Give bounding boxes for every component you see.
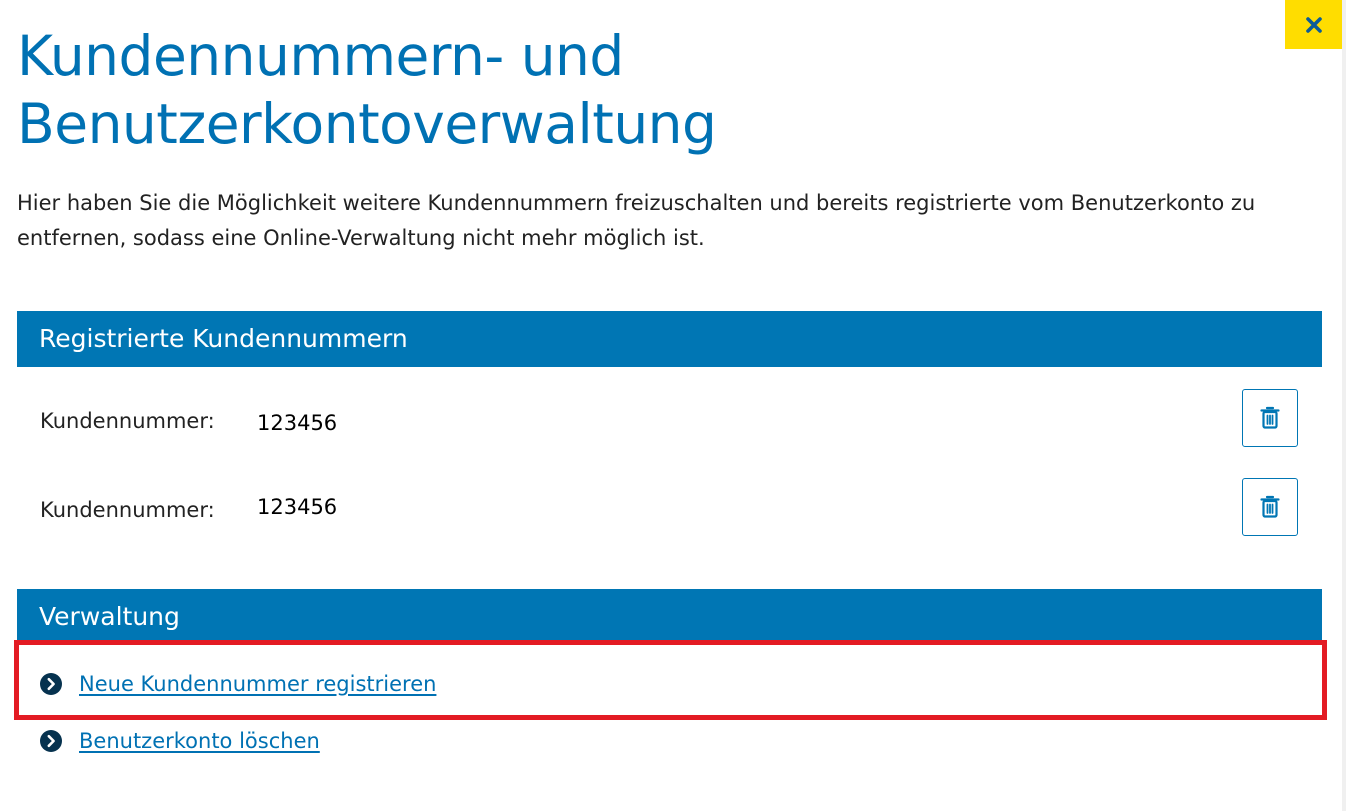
delete-account-link[interactable]: Benutzerkonto löschen	[79, 729, 320, 753]
intro-text: Hier haben Sie die Möglichkeit weitere K…	[17, 191, 1256, 250]
registered-section-header: Registrierte Kundennummern	[17, 311, 1322, 367]
delete-customer-number-button[interactable]	[1242, 389, 1298, 447]
chevron-right-circle-icon	[40, 730, 62, 752]
scrollbar-track[interactable]	[1342, 0, 1346, 811]
register-customer-number-link[interactable]: Neue Kundennummer registrieren	[79, 672, 436, 696]
close-button[interactable]	[1285, 0, 1343, 49]
admin-section-title: Verwaltung	[39, 602, 180, 631]
admin-section-header: Verwaltung	[17, 589, 1322, 645]
customer-number-label: Kundennummer:	[40, 409, 215, 433]
chevron-right-circle-icon	[40, 673, 62, 695]
close-x-icon	[1306, 16, 1322, 33]
delete-customer-number-button[interactable]	[1242, 478, 1298, 536]
customer-number-value: 123456	[257, 495, 338, 519]
customer-number-value: 123456	[257, 411, 338, 435]
register-customer-number-item: Neue Kundennummer registrieren	[40, 669, 436, 699]
registered-section-title: Registrierte Kundennummern	[39, 324, 408, 353]
page-title-text: Kundennummern- und Benutzerkontoverwaltu…	[17, 24, 717, 156]
trash-icon	[1260, 495, 1280, 518]
customer-number-row: Kundennummer: 123456	[17, 478, 1322, 538]
trash-icon	[1260, 406, 1280, 429]
delete-account-item: Benutzerkonto löschen	[40, 726, 320, 756]
account-management-dialog: Kundennummern- und Benutzerkontoverwaltu…	[0, 0, 1343, 811]
customer-number-label: Kundennummer:	[40, 498, 215, 522]
page-title: Kundennummern- und Benutzerkontoverwaltu…	[17, 22, 737, 158]
customer-number-row: Kundennummer: 123456	[17, 389, 1322, 449]
